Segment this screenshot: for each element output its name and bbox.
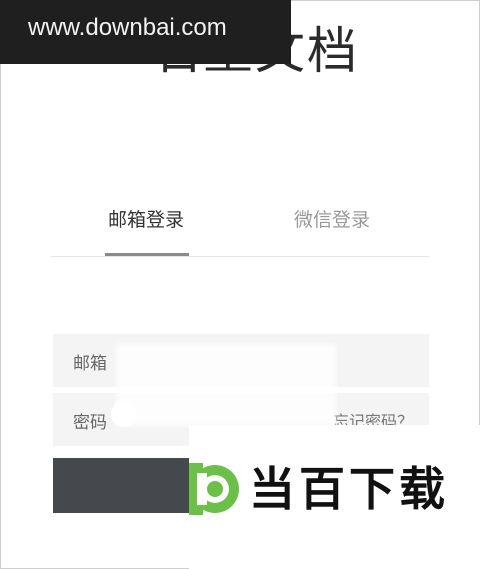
login-tabs: 邮箱登录 微信登录 xyxy=(51,196,429,257)
watermark-brand-text: 当百下载 xyxy=(249,462,449,516)
email-label: 邮箱 xyxy=(73,354,107,374)
watermark-url: www.downbai.com xyxy=(28,14,227,41)
blur-dot xyxy=(111,401,137,427)
tab-email-login[interactable]: 邮箱登录 xyxy=(108,208,184,232)
downbai-logo-icon xyxy=(189,463,239,515)
blur-overlay xyxy=(116,344,336,426)
password-label: 密码 xyxy=(73,413,107,433)
watermark-bottom: 当百下载 xyxy=(189,425,480,569)
active-tab-indicator xyxy=(105,253,189,256)
tab-wechat-login[interactable]: 微信登录 xyxy=(294,208,370,232)
watermark-top: www.downbai.com xyxy=(0,0,291,64)
